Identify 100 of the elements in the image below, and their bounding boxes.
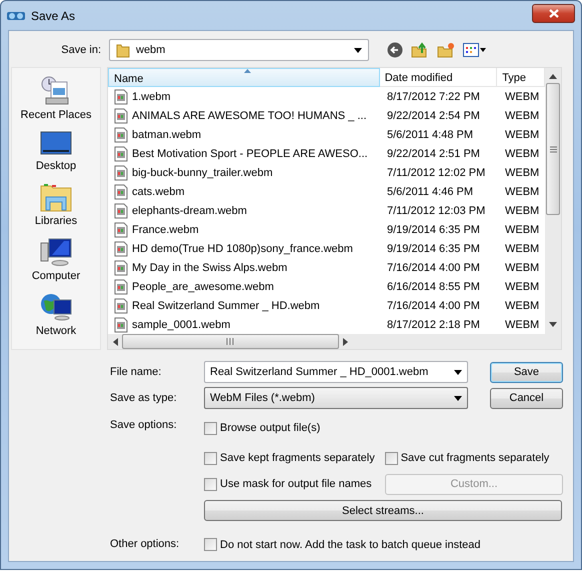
place-label[interactable]: Network bbox=[36, 325, 76, 337]
vertical-scrollbar[interactable] bbox=[545, 68, 561, 349]
file-name[interactable]: HD demo(True HD 1080p)sony_france.webm bbox=[132, 242, 353, 254]
file-type: WEBM bbox=[505, 110, 540, 122]
video-file-icon bbox=[114, 222, 128, 238]
video-file-icon bbox=[114, 316, 128, 332]
video-file-icon bbox=[114, 164, 128, 180]
video-file-icon bbox=[114, 126, 128, 142]
date-modified: 7/16/2014 4:00 PM bbox=[387, 262, 480, 274]
date-modified: 5/6/2011 4:48 PM bbox=[387, 128, 474, 140]
computer-icon[interactable] bbox=[40, 237, 72, 267]
cut-fragments-checkbox[interactable]: Save cut fragments separately bbox=[384, 452, 550, 464]
video-file-icon bbox=[114, 278, 128, 294]
file-name[interactable]: My Day in the Swiss Alps.webm bbox=[132, 262, 288, 274]
video-file-icon bbox=[114, 260, 128, 276]
file-name[interactable]: big-buck-bunny_trailer.webm bbox=[132, 166, 273, 178]
file-name[interactable]: batman.webm bbox=[132, 128, 202, 140]
save-in-dropdown[interactable]: webm bbox=[109, 39, 369, 61]
file-type: WEBM bbox=[505, 242, 540, 254]
date-modified: 7/11/2012 12:03 PM bbox=[387, 204, 486, 216]
window-title: Save As bbox=[31, 8, 76, 22]
date-modified: 9/19/2014 6:35 PM bbox=[387, 224, 480, 236]
file-type: WEBM bbox=[505, 204, 540, 216]
place-label[interactable]: Computer bbox=[32, 270, 80, 282]
video-file-icon bbox=[114, 240, 128, 256]
file-name[interactable]: elephants-dream.webm bbox=[132, 204, 247, 216]
scroll-thumb[interactable] bbox=[546, 83, 560, 215]
select-streams-button[interactable]: Select streams... bbox=[204, 500, 562, 521]
scroll-right-icon[interactable] bbox=[343, 338, 348, 346]
file-name[interactable]: ANIMALS ARE AWESOME TOO! HUMANS _ ... bbox=[132, 110, 367, 122]
file-type: WEBM bbox=[505, 166, 540, 178]
file-type: WEBM bbox=[505, 128, 540, 140]
grip-icon bbox=[550, 146, 556, 152]
date-modified: 9/22/2014 2:51 PM bbox=[387, 148, 480, 160]
file-name[interactable]: sample_0001.webm bbox=[132, 318, 230, 330]
file-type: WEBM bbox=[505, 318, 540, 330]
scroll-down-icon[interactable] bbox=[549, 322, 557, 327]
caret-icon bbox=[354, 48, 362, 52]
folder-icon bbox=[116, 42, 130, 58]
file-name[interactable]: cats.webm bbox=[132, 186, 185, 198]
file-type: WEBM bbox=[505, 186, 540, 198]
video-file-icon bbox=[114, 184, 128, 200]
view-menu-icon[interactable] bbox=[463, 43, 487, 57]
grip-icon bbox=[226, 338, 235, 345]
libraries-folder-icon[interactable] bbox=[40, 182, 72, 212]
scroll-thumb[interactable] bbox=[122, 334, 339, 349]
column-header[interactable]: Name bbox=[108, 68, 380, 87]
save-in-label: Save in: bbox=[60, 44, 101, 56]
caret-icon bbox=[454, 396, 462, 400]
video-file-icon bbox=[114, 108, 128, 124]
caret-icon bbox=[454, 370, 462, 374]
video-file-icon bbox=[114, 202, 128, 218]
desktop-icon[interactable] bbox=[40, 131, 72, 157]
other-options-label: Other options: bbox=[110, 538, 180, 551]
date-modified: 8/17/2012 2:18 PM bbox=[387, 318, 480, 330]
kept-fragments-checkbox[interactable]: Save kept fragments separately bbox=[204, 452, 375, 464]
file-name-label: File name: bbox=[110, 366, 162, 378]
mask-checkbox[interactable]: Use mask for output file names bbox=[204, 478, 372, 490]
close-icon bbox=[548, 9, 558, 18]
place-label[interactable]: Desktop bbox=[36, 160, 76, 172]
file-name-field[interactable]: Real Switzerland Summer _ HD_0001.webm bbox=[204, 361, 468, 383]
save-button[interactable]: Save bbox=[490, 362, 563, 382]
film-reel-icon bbox=[7, 10, 25, 22]
sort-arrow-icon bbox=[244, 69, 251, 73]
network-globe-icon[interactable] bbox=[40, 292, 72, 322]
date-modified: 5/6/2011 4:46 PM bbox=[387, 186, 474, 198]
file-type: WEBM bbox=[505, 262, 540, 274]
back-icon[interactable] bbox=[387, 42, 403, 58]
file-name[interactable]: People_are_awesome.webm bbox=[132, 280, 274, 292]
file-type: WEBM bbox=[505, 300, 540, 312]
file-type: WEBM bbox=[505, 224, 540, 236]
file-name[interactable]: France.webm bbox=[132, 224, 199, 236]
save-as-type-label: Save as type: bbox=[110, 392, 178, 404]
date-modified: 7/11/2012 12:02 PM bbox=[387, 166, 486, 178]
place-label[interactable]: Libraries bbox=[34, 215, 78, 227]
save-options-label: Save options: bbox=[110, 419, 178, 433]
batch-queue-checkbox[interactable]: Do not start now. Add the task to batch queue instead bbox=[204, 538, 481, 551]
column-header[interactable]: Date modified bbox=[380, 68, 498, 87]
date-modified: 9/22/2014 2:54 PM bbox=[387, 110, 480, 122]
scroll-up-icon[interactable] bbox=[549, 74, 557, 79]
browse-checkbox[interactable]: Browse output file(s) bbox=[204, 422, 320, 434]
file-type: WEBM bbox=[505, 148, 540, 160]
horizontal-scrollbar[interactable] bbox=[108, 334, 545, 349]
video-file-icon bbox=[114, 146, 128, 162]
cancel-button[interactable]: Cancel bbox=[490, 388, 563, 408]
video-file-icon bbox=[114, 88, 128, 104]
scroll-left-icon[interactable] bbox=[113, 338, 118, 346]
file-name[interactable]: 1.webm bbox=[132, 90, 171, 102]
date-modified: 7/16/2014 4:00 PM bbox=[387, 300, 480, 312]
close-button[interactable] bbox=[532, 4, 575, 23]
file-name[interactable]: Real Switzerland Summer _ HD.webm bbox=[132, 300, 320, 312]
new-folder-icon[interactable] bbox=[437, 42, 455, 58]
date-modified: 6/16/2014 8:55 PM bbox=[387, 280, 480, 292]
save-as-type-dropdown[interactable]: WebM Files (*.webm) bbox=[204, 387, 468, 409]
video-file-icon bbox=[114, 298, 128, 314]
date-modified: 8/17/2012 7:22 PM bbox=[387, 90, 480, 102]
file-name[interactable]: Best Motivation Sport - PEOPLE ARE AWESO... bbox=[132, 148, 368, 160]
date-modified: 9/19/2014 6:35 PM bbox=[387, 242, 480, 254]
up-folder-icon[interactable] bbox=[411, 42, 429, 58]
place-label[interactable]: Recent Places bbox=[20, 109, 92, 121]
